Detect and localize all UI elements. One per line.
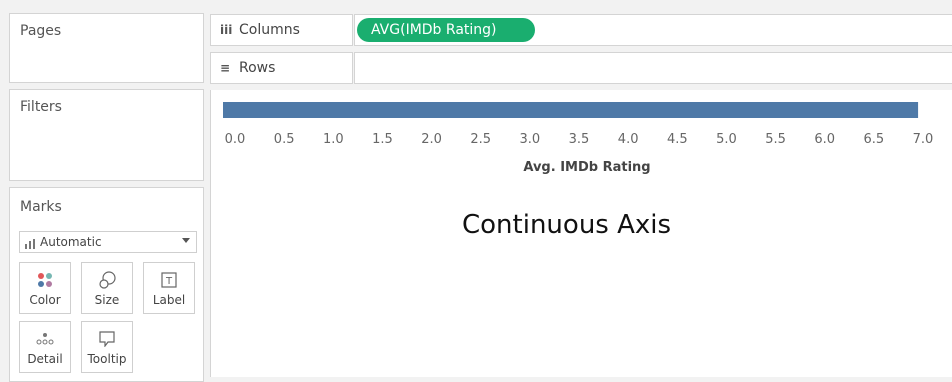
detail-label: Detail	[27, 352, 63, 366]
pages-shelf[interactable]: Pages	[9, 13, 204, 83]
view-canvas[interactable]: 0.0 0.5 1.0 1.5 2.0 2.5 3.0 3.5 4.0 4.5 5.0 5.5 6.0 6…	[210, 90, 952, 377]
color-label: Color	[29, 293, 61, 307]
columns-shelf-label: iii Columns	[210, 14, 353, 46]
mark-type-label: Automatic	[40, 235, 102, 249]
x-tick-label: 2.0	[421, 132, 442, 147]
x-tick-label: 3.0	[520, 132, 541, 147]
rows-shelf[interactable]	[354, 52, 952, 84]
columns-icon: iii	[220, 23, 233, 37]
columns-shelf[interactable]: AVG(IMDb Rating)	[354, 14, 952, 46]
bar-chart: 0.0 0.5 1.0 1.5 2.0 2.5 3.0 3.5 4.0 4.5 5.0 5.5 6.0 6…	[223, 102, 934, 175]
x-tick-label: 2.5	[470, 132, 491, 147]
label-label: Label	[152, 293, 186, 307]
tooltip-icon	[82, 328, 132, 350]
x-tick-label: 1.0	[323, 132, 344, 147]
color-dots-icon	[20, 269, 70, 291]
detail-button[interactable]: Detail	[19, 321, 71, 373]
avg-imdb-rating-pill[interactable]: AVG(IMDb Rating)	[357, 18, 535, 42]
size-button[interactable]: Size	[81, 262, 133, 314]
pages-title: Pages	[20, 23, 62, 39]
rows-icon: ≡	[220, 61, 231, 75]
marks-title: Marks	[20, 199, 62, 215]
x-tick-label: 0.5	[274, 132, 295, 147]
label-button[interactable]: T Label	[143, 262, 195, 314]
x-axis-title: Avg. IMDb Rating	[523, 160, 650, 175]
rows-shelf-label: ≡ Rows	[210, 52, 353, 84]
x-tick-label: 3.5	[569, 132, 590, 147]
size-label: Size	[94, 293, 120, 307]
x-tick-label: 6.0	[814, 132, 835, 147]
x-tick-label: 7.0	[913, 132, 934, 147]
x-tick-label: 4.0	[618, 132, 639, 147]
svg-text:T: T	[165, 276, 173, 287]
filters-shelf[interactable]: Filters	[9, 89, 204, 181]
bar-mark[interactable]	[223, 102, 919, 118]
x-tick-label: 0.0	[225, 132, 246, 147]
caption-text: Continuous Axis	[462, 210, 672, 240]
detail-icon	[20, 328, 70, 350]
label-icon: T	[144, 269, 194, 291]
filters-title: Filters	[20, 99, 62, 115]
bar-chart-icon	[25, 238, 37, 252]
x-tick-label: 1.5	[372, 132, 393, 147]
x-tick-label: 4.5	[667, 132, 688, 147]
color-button[interactable]: Color	[19, 262, 71, 314]
marks-card: Marks Automatic Color Size T Label Detai…	[9, 187, 204, 382]
x-tick-label: 5.0	[716, 132, 737, 147]
rows-label: Rows	[239, 60, 276, 76]
size-icon	[82, 269, 132, 291]
columns-label: Columns	[239, 22, 300, 38]
x-tick-label: 6.5	[864, 132, 885, 147]
x-tick-label: 5.5	[765, 132, 786, 147]
mark-type-dropdown[interactable]: Automatic	[19, 231, 197, 253]
chevron-down-icon	[182, 238, 190, 243]
tooltip-label: Tooltip	[87, 352, 127, 366]
tooltip-button[interactable]: Tooltip	[81, 321, 133, 373]
